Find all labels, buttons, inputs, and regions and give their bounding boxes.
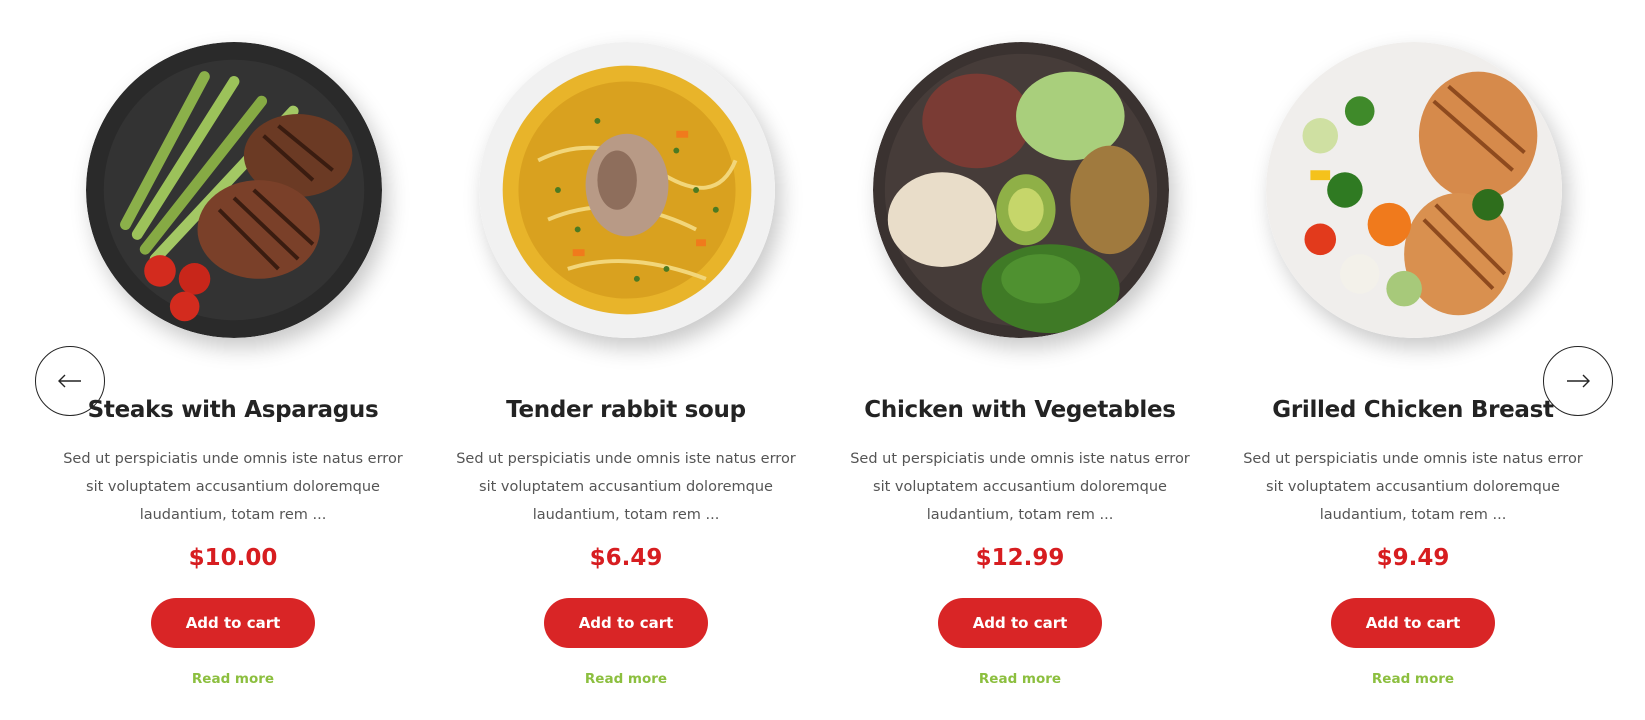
read-more-link[interactable]: Read more: [1233, 671, 1593, 687]
carousel-prev-button[interactable]: [35, 346, 105, 416]
product-card: Chicken with Vegetables Sed ut perspicia…: [840, 0, 1200, 720]
product-image-chicken-vegetables[interactable]: [873, 42, 1169, 338]
product-price: $10.00: [188, 545, 278, 571]
product-title[interactable]: Grilled Chicken Breast: [1233, 397, 1593, 423]
product-description: Sed ut perspiciatis unde omnis iste natu…: [850, 451, 1190, 523]
product-title[interactable]: Steaks with Asparagus: [53, 397, 413, 423]
arrow-left-icon: [58, 374, 81, 388]
add-to-cart-button[interactable]: Add to cart: [938, 598, 1102, 648]
product-description: Sed ut perspiciatis unde omnis iste natu…: [63, 451, 403, 523]
product-image-grilled-chicken[interactable]: [1266, 42, 1562, 338]
product-description: Sed ut perspiciatis unde omnis iste natu…: [1243, 451, 1583, 523]
arrow-right-icon: [1567, 374, 1590, 388]
product-card: Grilled Chicken Breast Sed ut perspiciat…: [1233, 0, 1593, 720]
carousel-next-button[interactable]: [1543, 346, 1613, 416]
product-image-rabbit-soup[interactable]: [479, 42, 775, 338]
product-title[interactable]: Tender rabbit soup: [446, 397, 806, 423]
product-card: Tender rabbit soup Sed ut perspiciatis u…: [446, 0, 806, 720]
product-price: $12.99: [975, 545, 1065, 571]
product-image-steak-asparagus[interactable]: [86, 42, 382, 338]
product-title[interactable]: Chicken with Vegetables: [840, 397, 1200, 423]
add-to-cart-button[interactable]: Add to cart: [544, 598, 708, 648]
product-price: $6.49: [589, 545, 663, 571]
product-price: $9.49: [1376, 545, 1450, 571]
add-to-cart-button[interactable]: Add to cart: [151, 598, 315, 648]
read-more-link[interactable]: Read more: [446, 671, 806, 687]
add-to-cart-button[interactable]: Add to cart: [1331, 598, 1495, 648]
product-description: Sed ut perspiciatis unde omnis iste natu…: [456, 451, 796, 523]
read-more-link[interactable]: Read more: [53, 671, 413, 687]
read-more-link[interactable]: Read more: [840, 671, 1200, 687]
product-card: Steaks with Asparagus Sed ut perspiciati…: [53, 0, 413, 720]
product-carousel: Steaks with Asparagus Sed ut perspiciati…: [0, 0, 1645, 720]
